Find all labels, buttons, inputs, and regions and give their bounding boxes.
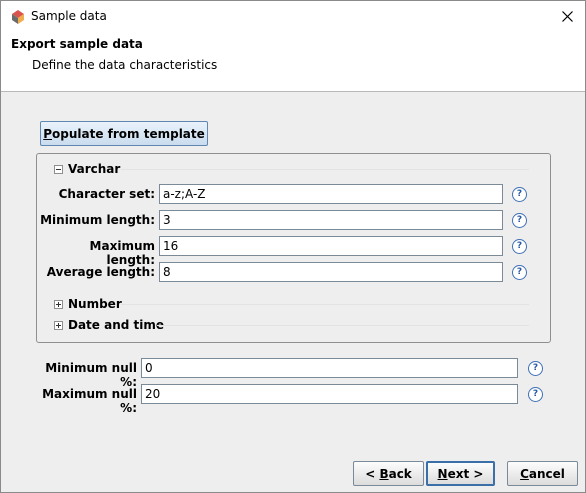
maximum-length-input[interactable]: 16 [159, 236, 503, 256]
populate-label: opulate from template [52, 126, 205, 141]
maximum-null-help-icon[interactable]: ? [528, 387, 543, 402]
minimum-length-help-icon[interactable]: ? [512, 213, 527, 228]
number-section-label[interactable]: Number [68, 297, 122, 311]
character-set-help-icon[interactable]: ? [512, 187, 527, 202]
varchar-collapse-toggle[interactable] [54, 165, 63, 174]
minimum-length-label: Minimum length: [40, 213, 155, 227]
date-time-separator [157, 325, 529, 326]
data-types-panel: Varchar Character set: a-z;A-Z ? Minimum… [36, 153, 551, 343]
app-logo-icon [10, 9, 26, 25]
varchar-separator [121, 169, 529, 170]
varchar-section-label[interactable]: Varchar [68, 162, 120, 176]
back-prefix: < [365, 466, 380, 481]
number-expand-toggle[interactable] [54, 300, 63, 309]
minimum-length-input[interactable]: 3 [159, 210, 503, 230]
close-icon [561, 11, 573, 22]
number-separator [121, 304, 529, 305]
populate-from-template-button[interactable]: Populate from template [40, 121, 208, 146]
header-subtitle: Define the data characteristics [32, 58, 218, 72]
date-time-expand-toggle[interactable] [54, 321, 63, 330]
average-length-help-icon[interactable]: ? [512, 265, 527, 280]
window-title: Sample data [31, 9, 107, 23]
character-set-label: Character set: [58, 187, 155, 201]
average-length-label: Average length: [46, 265, 155, 279]
wizard-header: Export sample data Define the data chara… [1, 32, 585, 92]
minimum-null-label: Minimum null %: [45, 361, 137, 389]
cancel-label: ancel [528, 466, 565, 481]
back-button[interactable]: < Back [353, 461, 424, 486]
maximum-length-label: Maximum length: [89, 239, 155, 267]
title-bar: Sample data [1, 1, 585, 32]
cancel-button[interactable]: Cancel [507, 461, 578, 486]
minimum-null-help-icon[interactable]: ? [528, 361, 543, 376]
date-time-section-label[interactable]: Date and time [68, 318, 164, 332]
close-button[interactable] [549, 1, 585, 32]
minimum-null-input[interactable]: 0 [141, 358, 518, 378]
next-mnemonic: N [437, 466, 448, 481]
cancel-mnemonic: C [520, 466, 529, 481]
back-label: ack [388, 466, 412, 481]
back-mnemonic: B [379, 466, 389, 481]
next-label: ext > [447, 466, 484, 481]
header-title: Export sample data [11, 37, 143, 51]
maximum-null-label: Maximum null %: [42, 387, 137, 415]
maximum-length-help-icon[interactable]: ? [512, 239, 527, 254]
sample-data-dialog: Sample data Export sample data Define th… [0, 0, 586, 493]
populate-mnemonic: P [43, 126, 53, 141]
average-length-input[interactable]: 8 [159, 262, 503, 282]
next-button[interactable]: Next > [426, 461, 495, 486]
maximum-null-input[interactable]: 20 [141, 384, 518, 404]
character-set-input[interactable]: a-z;A-Z [159, 184, 503, 204]
